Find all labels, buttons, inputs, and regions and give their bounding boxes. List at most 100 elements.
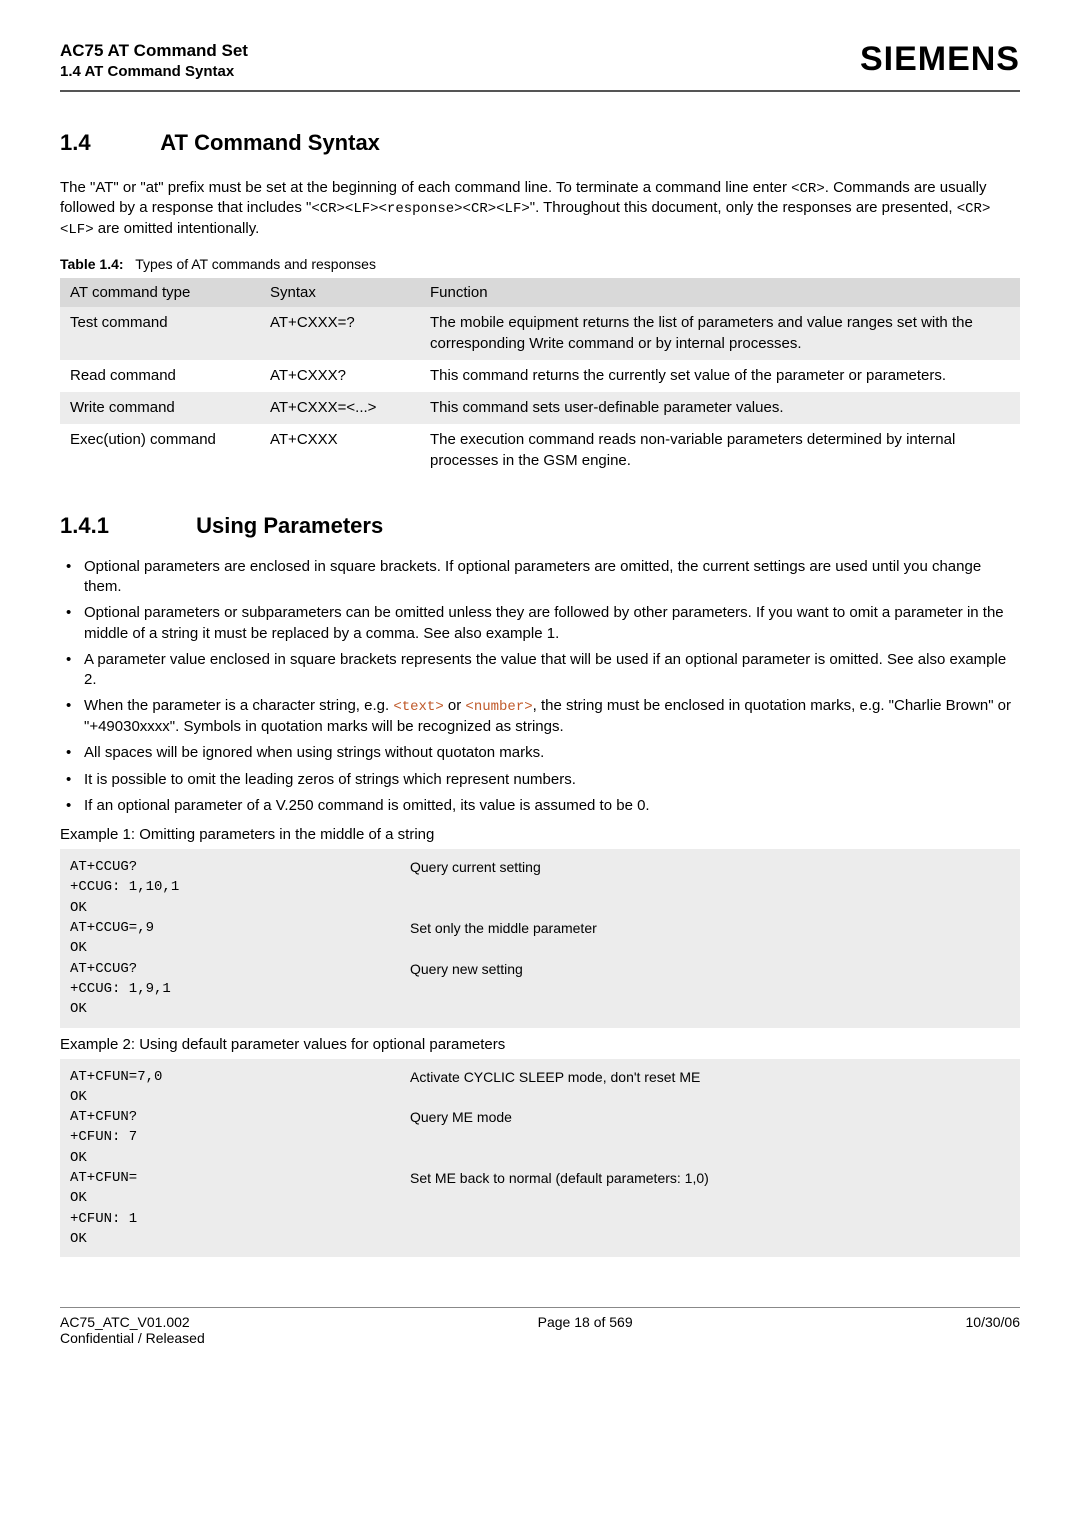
code-desc: Set only the middle parameter — [410, 918, 597, 938]
code-cmd: +CCUG: 1,9,1 — [70, 979, 410, 999]
inline-code-response: <CR><LF><response><CR><LF> — [311, 201, 529, 217]
table-row: Write command AT+CXXX=<...> This command… — [60, 392, 1020, 424]
code-cmd: AT+CFUN= — [70, 1168, 410, 1188]
code-desc: Set ME back to normal (default parameter… — [410, 1168, 709, 1188]
table-cell: This command sets user-definable paramet… — [420, 392, 1020, 424]
page-header: AC75 AT Command Set 1.4 AT Command Synta… — [60, 40, 1020, 82]
code-row: +CFUN: 1 — [70, 1209, 1010, 1229]
code-desc: Query new setting — [410, 959, 523, 979]
list-item-text: or — [444, 697, 466, 714]
code-row: OK — [70, 1188, 1010, 1208]
page-footer: AC75_ATC_V01.002 Confidential / Released… — [60, 1307, 1020, 1346]
section-heading-1-4: 1.4 AT Command Syntax — [60, 130, 1020, 156]
example-1-block: AT+CCUG?Query current setting +CCUG: 1,1… — [60, 849, 1020, 1027]
code-row: +CCUG: 1,10,1 — [70, 877, 1010, 897]
table-cell: AT+CXXX? — [260, 360, 420, 392]
footer-left: AC75_ATC_V01.002 Confidential / Released — [60, 1314, 205, 1346]
table-row: Test command AT+CXXX=? The mobile equipm… — [60, 307, 1020, 360]
code-cmd: OK — [70, 1148, 410, 1168]
code-row: OK — [70, 1087, 1010, 1107]
code-cmd: AT+CCUG? — [70, 959, 410, 979]
code-row: AT+CCUG?Query current setting — [70, 857, 1010, 877]
code-row: AT+CFUN=Set ME back to normal (default p… — [70, 1168, 1010, 1188]
code-row: OK — [70, 1229, 1010, 1249]
footer-version: AC75_ATC_V01.002 — [60, 1314, 205, 1330]
list-item: Optional parameters or subparameters can… — [60, 603, 1020, 644]
code-cmd: +CCUG: 1,10,1 — [70, 877, 410, 897]
code-cmd: AT+CCUG=,9 — [70, 918, 410, 938]
bullet-list: Optional parameters are enclosed in squa… — [60, 557, 1020, 816]
subsection-title: Using Parameters — [196, 513, 383, 538]
code-row: +CFUN: 7 — [70, 1127, 1010, 1147]
subsection-number: 1.4.1 — [60, 513, 190, 539]
code-row: +CCUG: 1,9,1 — [70, 979, 1010, 999]
code-row: OK — [70, 898, 1010, 918]
code-cmd: AT+CCUG? — [70, 857, 410, 877]
section-number: 1.4 — [60, 130, 155, 156]
table-row: Exec(ution) command AT+CXXX The executio… — [60, 424, 1020, 477]
example-1-label: Example 1: Omitting parameters in the mi… — [60, 826, 1020, 843]
code-cmd: +CFUN: 1 — [70, 1209, 410, 1229]
table-cell: Read command — [60, 360, 260, 392]
table-header: Function — [420, 278, 1020, 307]
code-row: AT+CFUN?Query ME mode — [70, 1107, 1010, 1127]
param-number: <number> — [465, 699, 532, 715]
list-item: A parameter value enclosed in square bra… — [60, 650, 1020, 691]
code-cmd: AT+CFUN? — [70, 1107, 410, 1127]
code-row: AT+CCUG?Query new setting — [70, 959, 1010, 979]
para-text: are omitted intentionally. — [94, 220, 260, 237]
code-desc: Activate CYCLIC SLEEP mode, don't reset … — [410, 1067, 700, 1087]
code-row: OK — [70, 938, 1010, 958]
list-item-text: When the parameter is a character string… — [84, 697, 393, 714]
section-heading-1-4-1: 1.4.1 Using Parameters — [60, 513, 1020, 539]
footer-confidential: Confidential / Released — [60, 1330, 205, 1346]
example-2-label: Example 2: Using default parameter value… — [60, 1036, 1020, 1053]
table-header-row: AT command type Syntax Function — [60, 278, 1020, 307]
para-text: The "AT" or "at" prefix must be set at t… — [60, 179, 791, 196]
table-cell: The mobile equipment returns the list of… — [420, 307, 1020, 360]
list-item: If an optional parameter of a V.250 comm… — [60, 796, 1020, 816]
table-row: Read command AT+CXXX? This command retur… — [60, 360, 1020, 392]
table-cell: AT+CXXX — [260, 424, 420, 477]
section-1-4-paragraph: The "AT" or "at" prefix must be set at t… — [60, 178, 1020, 241]
code-cmd: +CFUN: 7 — [70, 1127, 410, 1147]
code-row: AT+CCUG=,9Set only the middle parameter — [70, 918, 1010, 938]
code-desc: Query current setting — [410, 857, 541, 877]
list-item: It is possible to omit the leading zeros… — [60, 770, 1020, 790]
table-cell: Write command — [60, 392, 260, 424]
example-2-block: AT+CFUN=7,0Activate CYCLIC SLEEP mode, d… — [60, 1059, 1020, 1258]
at-command-types-table: AT command type Syntax Function Test com… — [60, 278, 1020, 477]
header-divider — [60, 90, 1020, 92]
code-cmd: OK — [70, 898, 410, 918]
code-cmd: OK — [70, 1188, 410, 1208]
list-item: When the parameter is a character string… — [60, 696, 1020, 737]
table-caption-text: Types of AT commands and responses — [135, 256, 376, 272]
section-title: AT Command Syntax — [160, 130, 380, 155]
code-cmd: OK — [70, 1087, 410, 1107]
code-cmd: OK — [70, 938, 410, 958]
doc-subtitle: 1.4 AT Command Syntax — [60, 62, 248, 82]
param-text: <text> — [393, 699, 443, 715]
table-cell: This command returns the currently set v… — [420, 360, 1020, 392]
table-caption: Table 1.4: Types of AT commands and resp… — [60, 256, 1020, 272]
doc-title: AC75 AT Command Set — [60, 40, 248, 62]
table-cell: AT+CXXX=? — [260, 307, 420, 360]
code-cmd: AT+CFUN=7,0 — [70, 1067, 410, 1087]
para-text: ". Throughout this document, only the re… — [530, 199, 957, 216]
code-cmd: OK — [70, 999, 410, 1019]
code-row: AT+CFUN=7,0Activate CYCLIC SLEEP mode, d… — [70, 1067, 1010, 1087]
code-row: OK — [70, 1148, 1010, 1168]
header-left: AC75 AT Command Set 1.4 AT Command Synta… — [60, 40, 248, 82]
table-cell: Test command — [60, 307, 260, 360]
code-desc: Query ME mode — [410, 1107, 512, 1127]
list-item: All spaces will be ignored when using st… — [60, 743, 1020, 763]
table-cell: The execution command reads non-variable… — [420, 424, 1020, 477]
brand-logo: SIEMENS — [860, 40, 1020, 79]
table-header: AT command type — [60, 278, 260, 307]
code-row: OK — [70, 999, 1010, 1019]
table-cell: Exec(ution) command — [60, 424, 260, 477]
table-cell: AT+CXXX=<...> — [260, 392, 420, 424]
inline-code-cr: <CR> — [791, 181, 825, 197]
footer-date: 10/30/06 — [966, 1314, 1021, 1346]
table-header: Syntax — [260, 278, 420, 307]
